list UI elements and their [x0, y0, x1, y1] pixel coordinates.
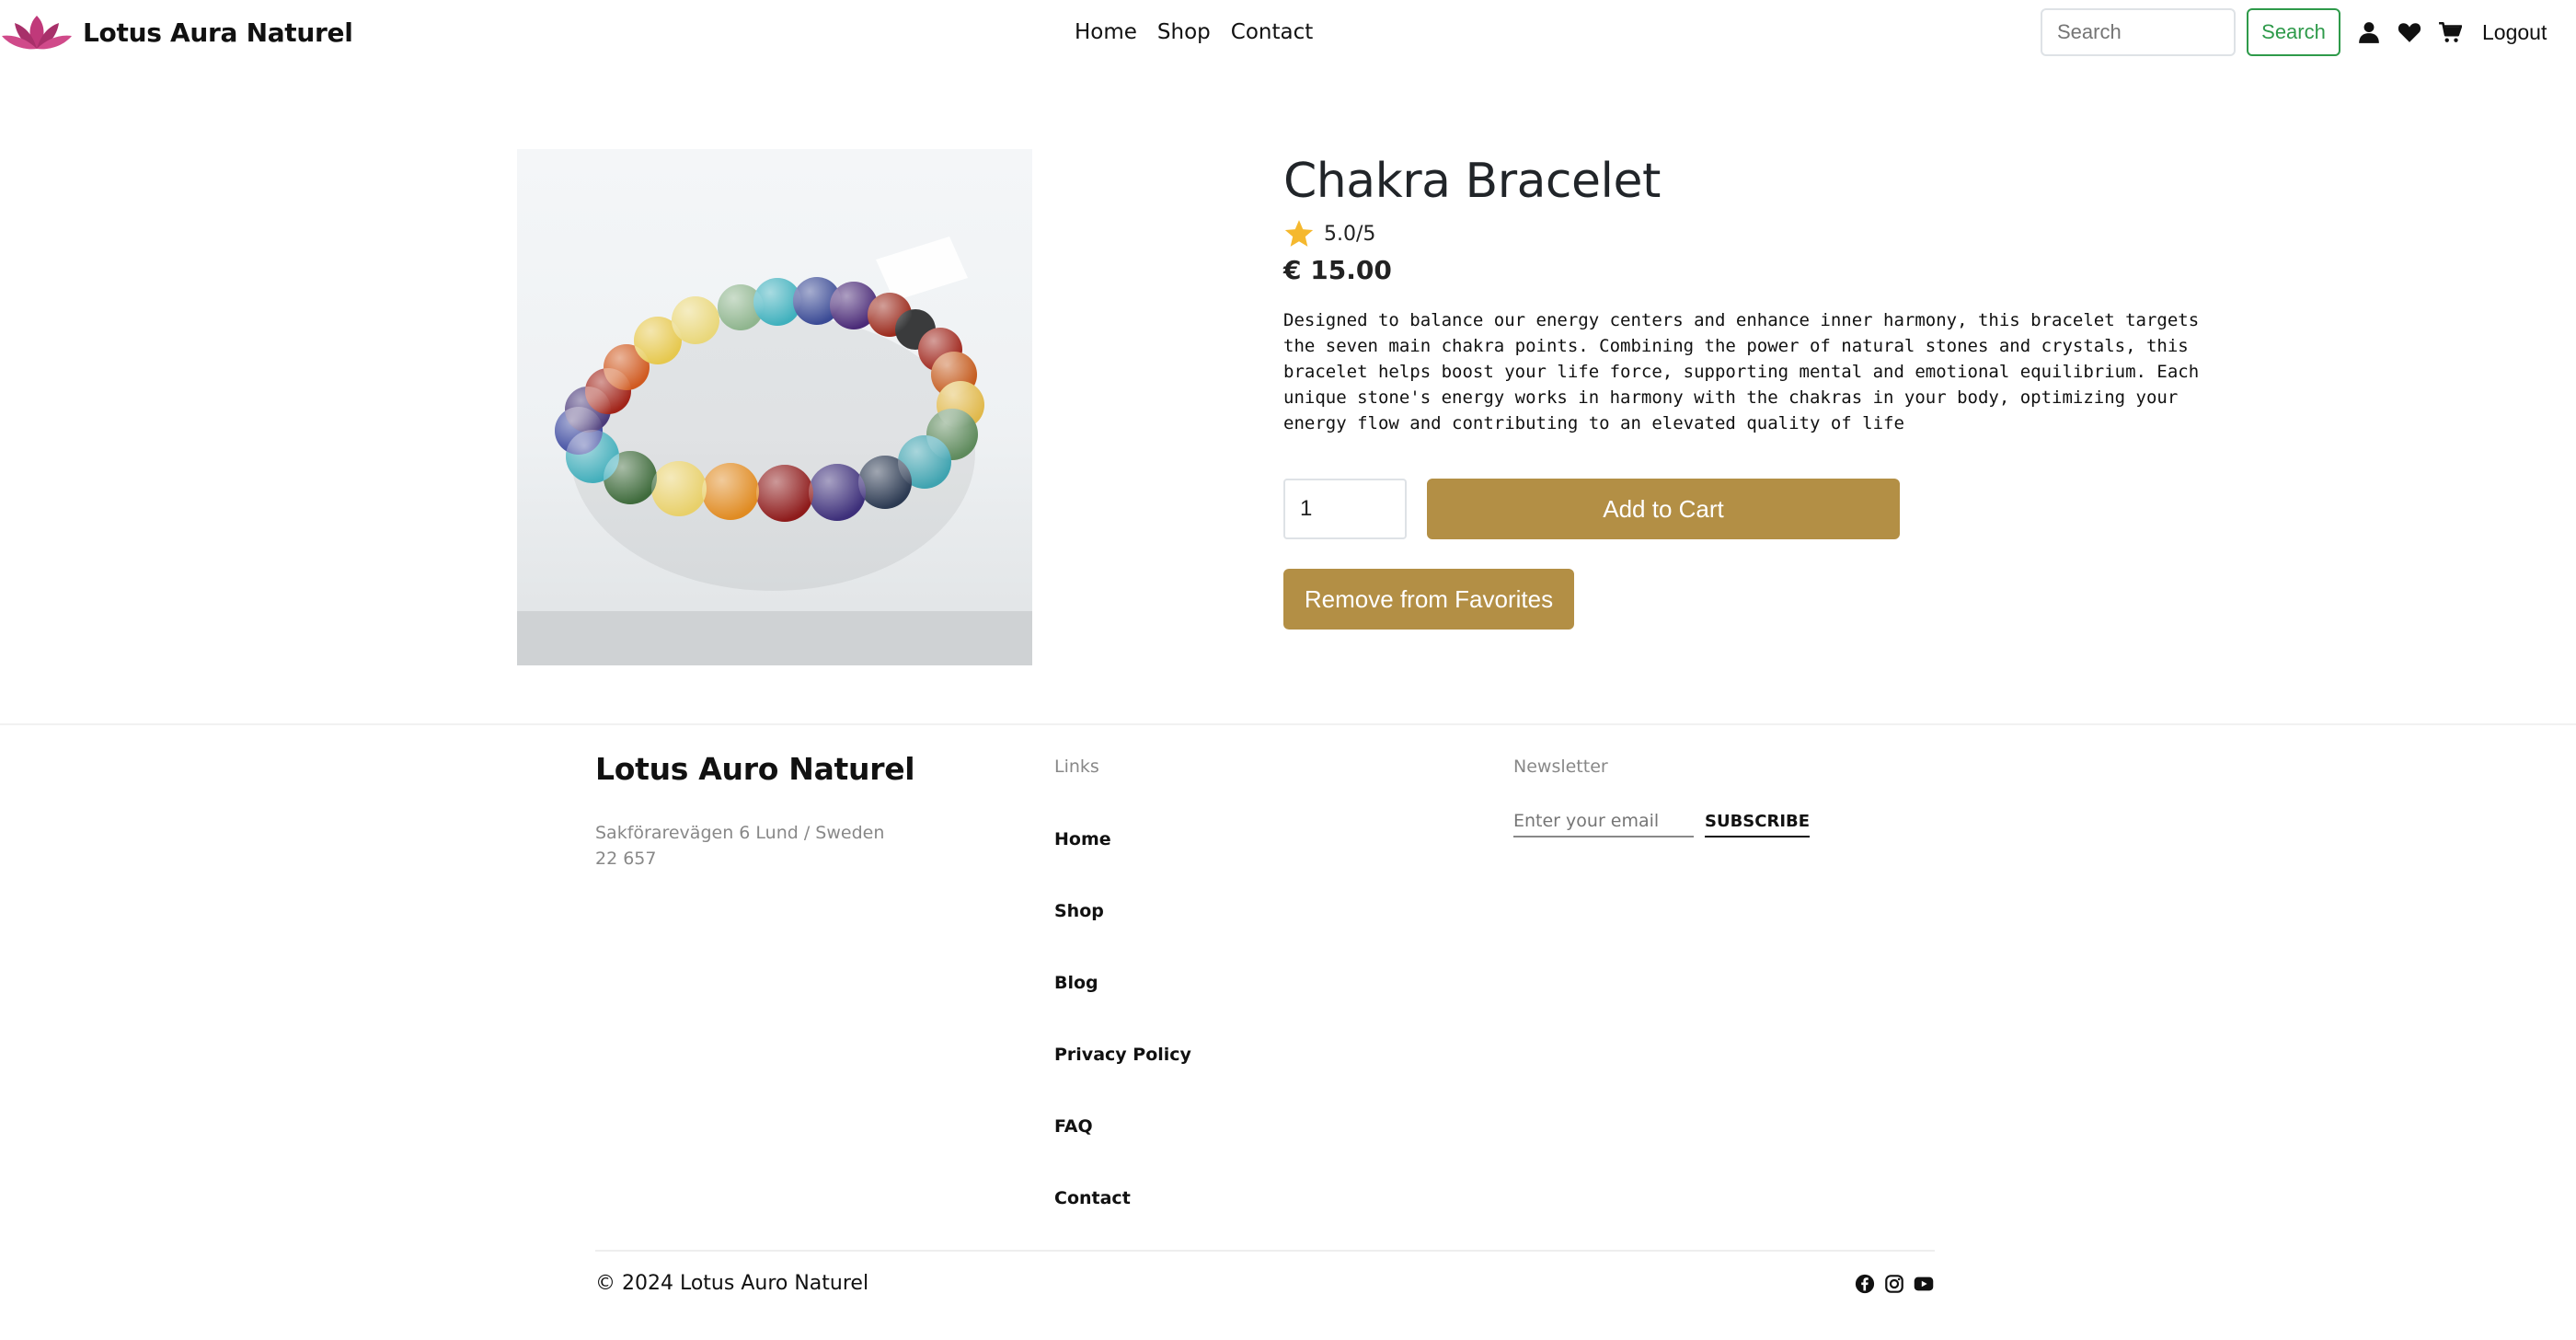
- heart-icon[interactable]: [2398, 20, 2421, 44]
- rating-value: 5.0/5: [1324, 222, 1376, 246]
- footer-divider: [0, 723, 2576, 725]
- footer-links: Home Shop Blog Privacy Policy FAQ Contac…: [1054, 823, 1191, 1253]
- nav-contact[interactable]: Contact: [1231, 20, 1313, 44]
- copyright: © 2024 Lotus Auro Naturel: [595, 1272, 869, 1295]
- product-rating: 5.0/5: [1283, 217, 2231, 250]
- remove-from-favorites-button[interactable]: Remove from Favorites: [1283, 569, 1574, 630]
- lotus-logo-icon: [2, 16, 72, 50]
- quantity-input[interactable]: [1283, 479, 1407, 539]
- brand-name[interactable]: Lotus Aura Naturel: [83, 17, 353, 48]
- instagram-icon[interactable]: [1884, 1274, 1904, 1294]
- nav-actions: Search Logout: [2041, 8, 2547, 56]
- footer-link-home[interactable]: Home: [1054, 823, 1191, 895]
- product-title: Chakra Bracelet: [1283, 154, 1661, 209]
- add-to-cart-button[interactable]: Add to Cart: [1427, 479, 1900, 539]
- footer-link-faq[interactable]: FAQ: [1054, 1110, 1191, 1182]
- nav-home[interactable]: Home: [1075, 20, 1137, 44]
- footer-links-heading: Links: [1054, 757, 1099, 777]
- footer-brand: Lotus Auro Naturel: [595, 751, 915, 787]
- social-links: [1855, 1274, 1934, 1294]
- copyright-divider: [595, 1250, 1935, 1252]
- footer-link-contact[interactable]: Contact: [1054, 1182, 1191, 1253]
- newsletter-heading: Newsletter: [1513, 757, 1608, 777]
- subscribe-button[interactable]: SUBSCRIBE: [1705, 806, 1811, 838]
- product-image: [517, 149, 1032, 665]
- footer-link-privacy-policy[interactable]: Privacy Policy: [1054, 1038, 1191, 1110]
- product-price: € 15.00: [1283, 255, 1392, 285]
- search-button[interactable]: Search: [2247, 8, 2340, 56]
- newsletter-form: SUBSCRIBE: [1513, 806, 1811, 838]
- cart-row: Add to Cart: [1283, 479, 2231, 539]
- main-nav: Home Shop Contact: [1075, 0, 1333, 64]
- footer-link-shop[interactable]: Shop: [1054, 895, 1191, 966]
- facebook-icon[interactable]: [1855, 1274, 1875, 1294]
- footer-link-blog[interactable]: Blog: [1054, 966, 1191, 1038]
- user-icon[interactable]: [2357, 20, 2381, 44]
- logout-link[interactable]: Logout: [2482, 20, 2547, 45]
- footer-address: Sakförarevägen 6 Lund / Sweden 22 657: [595, 823, 885, 869]
- product-info: Chakra Bracelet 5.0/5 € 15.00 Designed t…: [1283, 149, 2231, 630]
- newsletter-email-input[interactable]: [1513, 806, 1694, 838]
- brand-link[interactable]: Lotus Aura Naturel: [0, 11, 353, 53]
- nav-shop[interactable]: Shop: [1157, 20, 1211, 44]
- search-input[interactable]: [2041, 8, 2236, 56]
- cart-icon[interactable]: [2438, 20, 2462, 44]
- navbar: Lotus Aura Naturel Home Shop Contact Sea…: [0, 0, 2576, 64]
- star-icon: [1284, 220, 1314, 247]
- product-description: Designed to balance our energy centers a…: [1283, 310, 2200, 433]
- youtube-icon[interactable]: [1914, 1274, 1934, 1294]
